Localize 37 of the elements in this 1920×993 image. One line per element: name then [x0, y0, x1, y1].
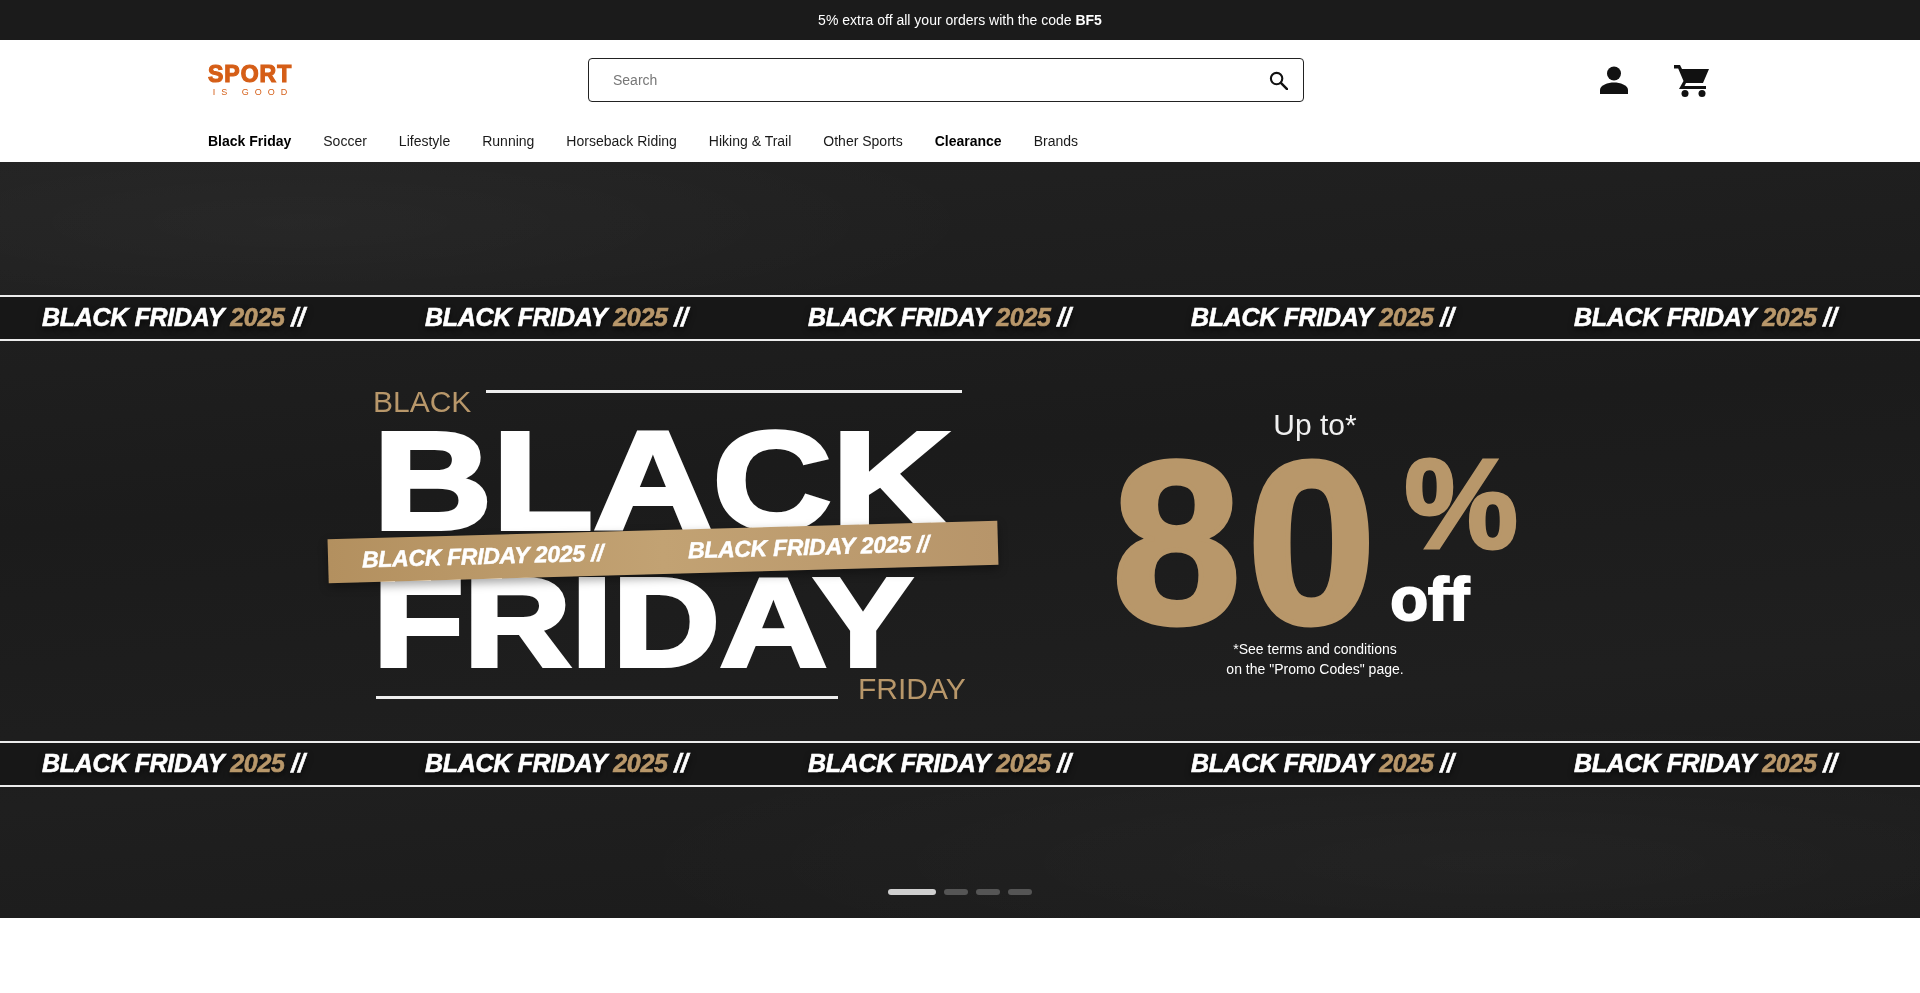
- offer-lead-text: Up to*: [1273, 410, 1357, 440]
- nav-link[interactable]: Running: [482, 133, 535, 149]
- strip-slogan: BLACK FRIDAY 2025 //: [1574, 304, 1837, 332]
- terms-text: *See terms and conditions on the "Promo Codes" page.: [1226, 640, 1404, 679]
- off-text: off: [1390, 574, 1470, 624]
- headline-small-text: FRIDAY: [858, 674, 966, 705]
- logo[interactable]: SPORT IS GOOD: [208, 63, 293, 97]
- strip-slogan: BLACK FRIDAY 2025 //: [808, 750, 1071, 778]
- nav-link[interactable]: Soccer: [323, 133, 367, 149]
- strip-slogan: BLACK FRIDAY 2025 //: [425, 750, 688, 778]
- headline-big-text: FRIDAY: [373, 574, 913, 673]
- strip-slogan: BLACK FRIDAY 2025 //: [425, 304, 688, 332]
- strip-slogan: BLACK FRIDAY 2025 //: [808, 304, 1071, 332]
- strip-slogan: BLACK FRIDAY 2025 //: [1191, 304, 1454, 332]
- nav-link[interactable]: Hiking & Trail: [708, 133, 792, 149]
- tape-slogan: BLACK FRIDAY 2025 //: [361, 541, 604, 574]
- tape-slogan: BLACK FRIDAY 2025 //: [687, 532, 930, 565]
- nav-link[interactable]: Black Friday: [208, 133, 292, 149]
- cart-button[interactable]: [1674, 63, 1710, 97]
- search-icon: [1268, 70, 1288, 90]
- strip-slogan: BLACK FRIDAY 2025 //: [42, 304, 305, 332]
- headline-small-text: BLACK: [373, 387, 472, 417]
- percent-sign: %: [1404, 456, 1518, 552]
- strip-slogan: BLACK FRIDAY 2025 //: [1191, 750, 1454, 778]
- nav-link[interactable]: Horseback Riding: [566, 133, 677, 149]
- search-field[interactable]: Search: [588, 58, 1304, 102]
- person-icon: [1600, 66, 1628, 94]
- discount-amount: 80: [1112, 456, 1383, 630]
- nav-link[interactable]: Other Sports: [823, 133, 903, 149]
- strip-slogan: BLACK FRIDAY 2025 //: [42, 750, 305, 778]
- announcement-text: 5% extra off all your orders with the code BF5: [818, 12, 1102, 28]
- account-button[interactable]: [1600, 66, 1628, 94]
- nav-link[interactable]: Brands: [1033, 133, 1078, 149]
- nav-link[interactable]: Lifestyle: [398, 133, 451, 149]
- cart-icon: [1674, 63, 1710, 97]
- nav-link[interactable]: Clearance: [934, 133, 1002, 149]
- strip-slogan: BLACK FRIDAY 2025 //: [1574, 750, 1837, 778]
